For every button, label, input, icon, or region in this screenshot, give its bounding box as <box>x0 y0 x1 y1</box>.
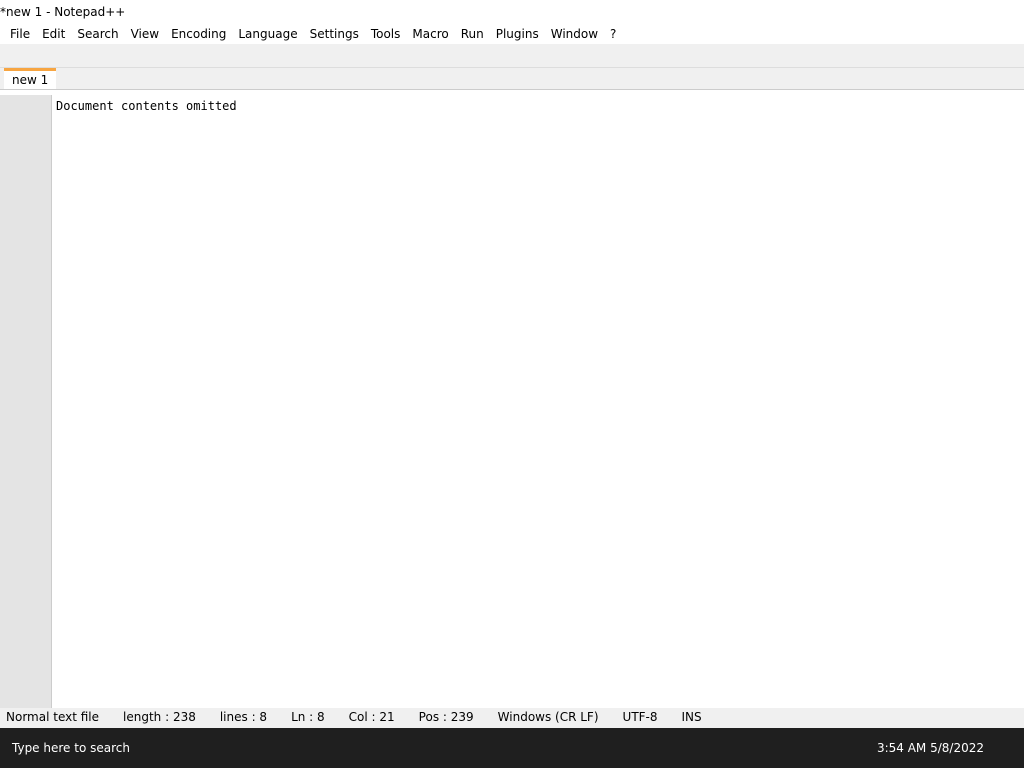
status-file-type: Normal text file <box>6 710 100 724</box>
menu-item[interactable]: Window <box>545 27 604 41</box>
menu-item[interactable]: File <box>4 27 36 41</box>
menu-item[interactable]: ? <box>604 27 622 41</box>
status-length: length : 238 <box>123 710 196 724</box>
line-number-gutter <box>0 95 52 708</box>
taskbar-clock: 3:54 AM 5/8/2022 <box>877 741 1024 755</box>
taskbar: Type here to search 3:54 AM 5/8/2022 <box>0 728 1024 768</box>
editor[interactable]: Document contents omitted <box>0 95 1024 708</box>
menu-bar: File Edit Search View Encoding Language Settin… <box>0 24 1024 44</box>
tab-bar: new 1 <box>0 68 1024 90</box>
menu-item[interactable]: Language <box>232 27 303 41</box>
menu-item[interactable]: Search <box>71 27 124 41</box>
status-col: Col : 21 <box>348 710 395 724</box>
status-ln: Ln : 8 <box>291 710 325 724</box>
status-mode: INS <box>681 710 702 724</box>
menu-item[interactable]: Tools <box>365 27 407 41</box>
menu-item[interactable]: Edit <box>36 27 71 41</box>
title-bar: *new 1 - Notepad++ <box>0 0 1024 24</box>
taskbar-time: 3:54 AM <box>876 741 927 755</box>
menu-item[interactable]: Macro <box>406 27 454 41</box>
status-lines: lines : 8 <box>219 710 268 724</box>
status-eol: Windows (CR LF) <box>497 710 599 724</box>
status-pos: Pos : 239 <box>418 710 474 724</box>
status-bar: Normal text file length : 238 lines : 8 … <box>0 708 1024 728</box>
menu-item[interactable]: Settings <box>304 27 365 41</box>
tab-new-1[interactable]: new 1 <box>4 68 57 89</box>
window-title: *new 1 - Notepad++ <box>0 5 126 19</box>
taskbar-date: 5/8/2022 <box>930 741 984 755</box>
menu-item[interactable]: Encoding <box>165 27 232 41</box>
editor-text[interactable]: Document contents omitted <box>52 95 1024 708</box>
toolbar <box>0 44 1024 68</box>
menu-item[interactable]: Run <box>455 27 490 41</box>
menu-item[interactable]: View <box>125 27 165 41</box>
status-encoding: UTF-8 <box>622 710 658 724</box>
taskbar-search[interactable]: Type here to search <box>12 741 130 755</box>
menu-item[interactable]: Plugins <box>490 27 545 41</box>
